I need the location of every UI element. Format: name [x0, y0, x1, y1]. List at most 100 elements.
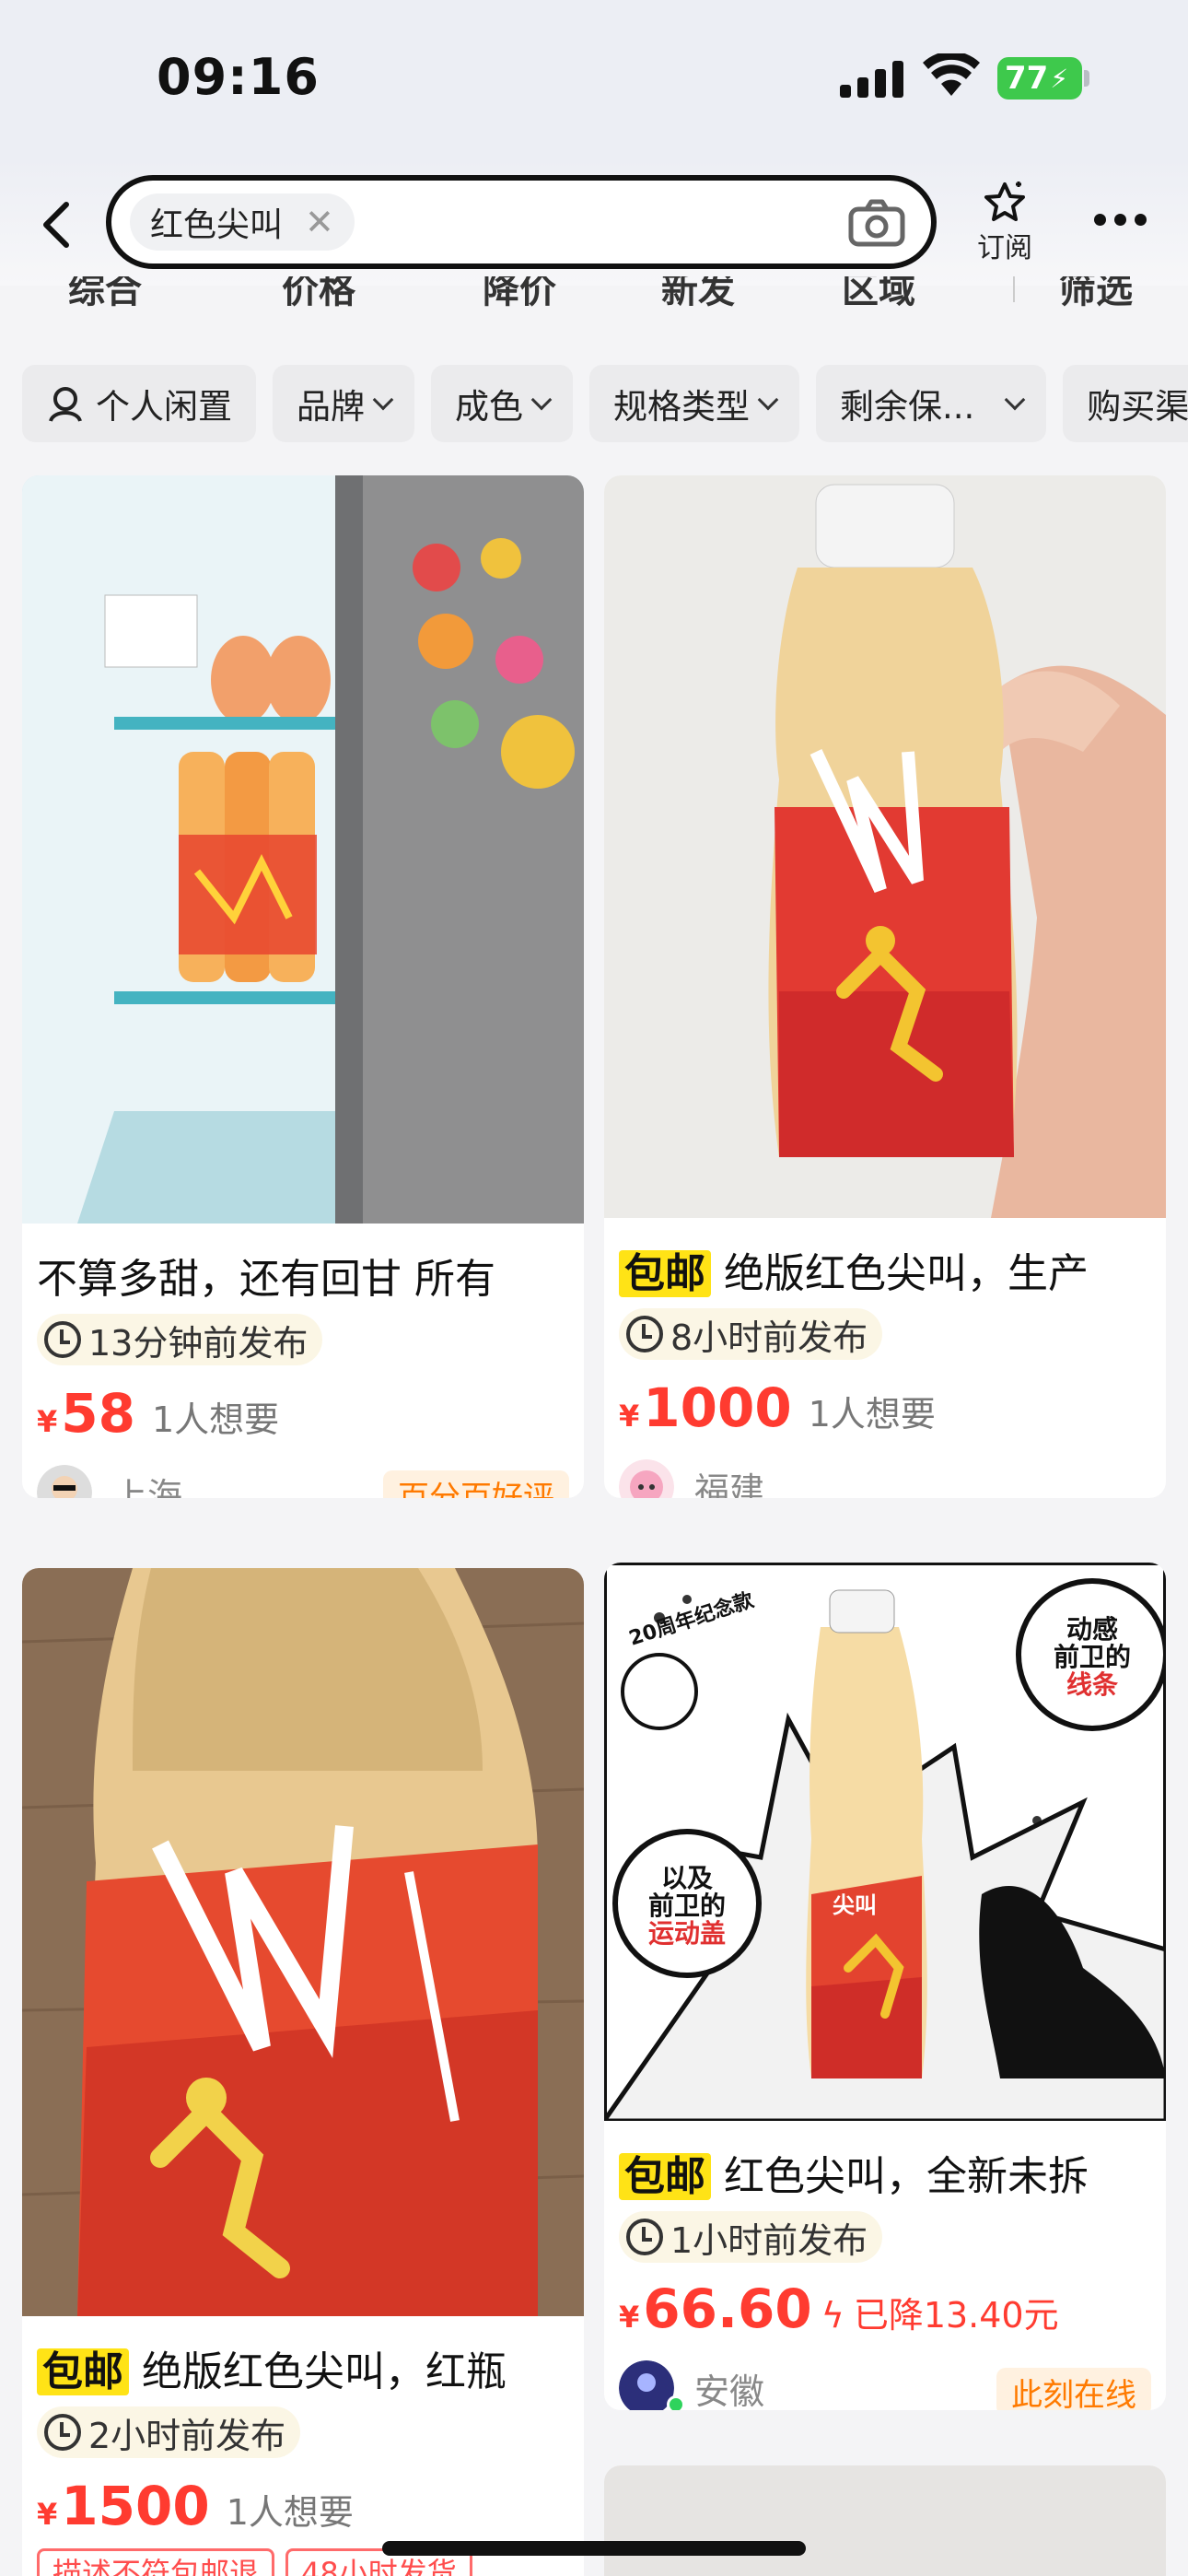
product-card[interactable]: [604, 2465, 1166, 2576]
ad-bubble-top-1: 动感: [1066, 1614, 1118, 1645]
sort-region[interactable]: 区域: [842, 276, 915, 313]
filter-label: 品牌: [297, 387, 365, 427]
product-image[interactable]: 动感 前卫的 线条 以及 前卫的 运动盖 20周年纪念款 尖叫: [604, 1563, 1166, 2121]
free-shipping-badge: 包邮: [37, 2348, 129, 2395]
product-image[interactable]: [22, 1568, 584, 2316]
wifi-icon: [923, 53, 980, 96]
filter-brand[interactable]: 品牌: [273, 365, 414, 442]
sort-divider: [1013, 276, 1015, 302]
publish-time: 8小时前发布: [619, 1308, 883, 1360]
back-arrow-icon[interactable]: [35, 199, 79, 251]
search-query-text: 红色尖叫: [150, 206, 284, 244]
filter-personal-idle[interactable]: 个人闲置: [22, 365, 256, 442]
publish-time: 1小时前发布: [619, 2211, 883, 2263]
filter-condition[interactable]: 成色: [431, 365, 573, 442]
service-tag: 描述不符包邮退: [37, 2548, 275, 2576]
product-title-text: 绝版红色尖叫，红瓶: [142, 2348, 507, 2395]
want-count: 1人想要: [151, 1399, 280, 1440]
sort-price-drop[interactable]: 降价: [483, 276, 556, 313]
price-row: ¥ 66.60 ϟ 已降13.40元: [619, 2277, 1059, 2340]
product-title: 包邮 红色尖叫，全新未拆: [619, 2143, 1089, 2202]
filter-remaining-warranty[interactable]: 剩余保...: [816, 365, 1047, 442]
battery-level: 77: [1005, 60, 1049, 97]
chevron-down-icon: [530, 389, 553, 411]
cellular-signal-icon: [840, 59, 904, 98]
battery-cap: [1084, 70, 1089, 87]
clock-icon: [626, 1316, 663, 1352]
product-title: 包邮 绝版红色尖叫，红瓶: [37, 2338, 507, 2397]
search-input[interactable]: 红色尖叫 ✕: [106, 175, 937, 269]
camera-search-icon[interactable]: [848, 199, 905, 247]
sort-bar: 综合 价格 降价 新发 区域 筛选: [0, 276, 1188, 328]
filter-purchase-channel[interactable]: 购买渠: [1063, 365, 1188, 442]
currency-symbol: ¥: [37, 2497, 58, 2532]
seller-location: 上海: [112, 1475, 183, 1499]
seller-avatar: [619, 2360, 674, 2410]
product-title: 不算多甜，还有回甘 所有: [37, 1256, 495, 1303]
publish-time-text: 13分钟前发布: [88, 1322, 309, 1364]
price-row: ¥ 58 1人想要: [37, 1382, 279, 1445]
want-count: 1人想要: [808, 1394, 936, 1434]
price: 1500: [61, 2475, 210, 2537]
price-reduced-text: 已降13.40元: [853, 2295, 1059, 2336]
home-indicator: [382, 2541, 806, 2556]
currency-symbol: ¥: [37, 1404, 58, 1439]
chevron-down-icon: [757, 389, 779, 411]
product-title: 包邮 绝版红色尖叫，生产: [619, 1240, 1089, 1299]
product-image[interactable]: [22, 475, 584, 1224]
product-card[interactable]: 动感 前卫的 线条 以及 前卫的 运动盖 20周年纪念款 尖叫 包邮 红色尖叫，全…: [604, 1563, 1166, 2410]
product-image[interactable]: [604, 2465, 1166, 2576]
seller-avatar[interactable]: [37, 1465, 92, 1498]
app-screen: 09:16 77 ⚡ 红色尖叫 ✕ 订阅 综合 价格 降价 新发 区域 筛选 个…: [0, 0, 1188, 2576]
product-title-text: 红色尖叫，全新未拆: [724, 2153, 1089, 2200]
want-count: 1人想要: [226, 2492, 354, 2533]
clear-query-icon[interactable]: ✕: [305, 202, 334, 242]
publish-time-text: 2小时前发布: [88, 2415, 286, 2456]
sort-filter[interactable]: 筛选: [1059, 276, 1133, 313]
sort-price[interactable]: 价格: [282, 276, 355, 313]
online-now-badge: 此刻在线: [996, 2368, 1151, 2410]
publish-time-text: 1小时前发布: [670, 2219, 868, 2261]
publish-time: 13分钟前发布: [37, 1314, 323, 1365]
filter-label: 成色: [455, 387, 523, 427]
filter-label: 个人闲置: [96, 387, 232, 427]
seller-row: 上海: [37, 1463, 182, 1498]
seller-avatar[interactable]: [619, 1459, 674, 1498]
sort-comprehensive[interactable]: 综合: [68, 276, 142, 313]
product-title-text: 绝版红色尖叫，生产: [724, 1250, 1089, 1297]
product-card[interactable]: 包邮 绝版红色尖叫，生产 8小时前发布 ¥ 1000 1人想要 福建: [604, 475, 1166, 1498]
seller-location: 福建: [694, 1469, 765, 1499]
search-header: 红色尖叫 ✕ 订阅: [0, 157, 1188, 286]
publish-time: 2小时前发布: [37, 2406, 301, 2458]
currency-symbol: ¥: [619, 2300, 640, 2335]
clock-icon: [626, 2219, 663, 2255]
price-drop-icon: ϟ: [821, 2295, 844, 2336]
filter-label: 规格类型: [613, 387, 750, 427]
subscribe-label: 订阅: [977, 232, 1032, 264]
filter-label: 购买渠: [1087, 387, 1188, 427]
more-options-icon[interactable]: [1094, 214, 1147, 226]
ad-bubble-bottom-1: 以及: [661, 1863, 713, 1893]
price: 58: [61, 1382, 135, 1445]
clock-icon: [44, 2414, 81, 2451]
product-card[interactable]: 不算多甜，还有回甘 所有 13分钟前发布 ¥ 58 1人想要 上海 百分百好评: [22, 475, 584, 1498]
sort-new[interactable]: 新发: [661, 276, 735, 313]
price-row: ¥ 1000 1人想要: [619, 1376, 936, 1439]
charging-bolt-icon: ⚡: [1050, 63, 1068, 94]
ad-bubble-bottom-3: 运动盖: [648, 1918, 726, 1949]
filter-chips: 个人闲置 品牌 成色 规格类型 剩余保... 购买渠: [22, 365, 1188, 442]
ad-bubble-top-3: 线条: [1066, 1669, 1118, 1700]
search-query-chip[interactable]: 红色尖叫 ✕: [130, 193, 355, 251]
seller-avatar-wrap[interactable]: [619, 2360, 685, 2410]
free-shipping-badge: 包邮: [619, 2153, 711, 2200]
filter-spec-type[interactable]: 规格类型: [589, 365, 799, 442]
ad-bubble-top-2: 前卫的: [1054, 1642, 1131, 1672]
seller-location: 安徽: [694, 2371, 765, 2411]
status-time: 09:16: [157, 48, 320, 106]
product-card[interactable]: 包邮 绝版红色尖叫，红瓶 2小时前发布 ¥ 1500 1人想要 描述不符包邮退 4…: [22, 1568, 584, 2576]
price-row: ¥ 1500 1人想要: [37, 2475, 354, 2537]
subscribe-star-icon: [984, 181, 1025, 221]
price: 66.60: [643, 2277, 812, 2340]
product-image[interactable]: [604, 475, 1166, 1218]
subscribe-button[interactable]: 订阅: [965, 181, 1044, 265]
